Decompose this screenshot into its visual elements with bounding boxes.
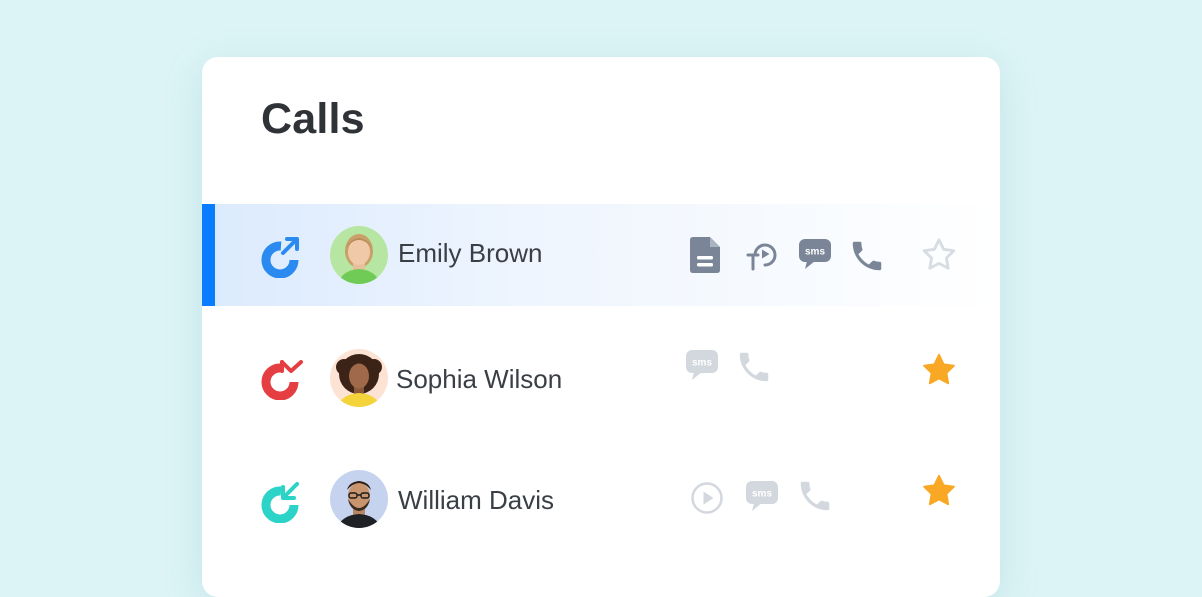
- play-icon[interactable]: [690, 537, 724, 571]
- star-icon[interactable]: [920, 351, 958, 389]
- page-title: Calls: [261, 95, 365, 143]
- star-icon[interactable]: [920, 472, 958, 510]
- avatar: [330, 226, 388, 284]
- calls-panel: Calls Emily Brown sms Sophia Wilson sms …: [202, 57, 1000, 597]
- transcription-icon[interactable]: [746, 238, 780, 272]
- outgoing-call-icon: [261, 237, 299, 278]
- contact-name[interactable]: Emily Brown: [398, 238, 542, 269]
- phone-icon[interactable]: [735, 348, 773, 386]
- phone-icon[interactable]: [848, 237, 886, 275]
- sms-label: sms: [692, 358, 712, 369]
- avatar: [330, 349, 388, 407]
- avatar: [330, 470, 388, 528]
- contact-name[interactable]: Sophia Wilson: [396, 364, 562, 395]
- missed-call-icon: [261, 360, 303, 400]
- sms-icon[interactable]: sms: [685, 349, 719, 381]
- phone-icon[interactable]: [796, 477, 834, 515]
- call-row-william-davis[interactable]: William Davis: [202, 448, 1000, 550]
- note-icon[interactable]: [688, 236, 722, 274]
- call-row-emily-brown[interactable]: Emily Brown sms: [202, 204, 1000, 306]
- sms-label: sms: [752, 489, 772, 500]
- sms-icon[interactable]: sms: [745, 480, 779, 512]
- selected-indicator: [202, 204, 215, 306]
- star-icon[interactable]: [920, 236, 958, 274]
- play-icon[interactable]: [690, 481, 724, 515]
- contact-name[interactable]: William Davis: [398, 485, 554, 516]
- call-row-sophia-wilson[interactable]: Sophia Wilson sms: [202, 327, 1000, 429]
- sms-label: sms: [805, 247, 825, 258]
- incoming-call-icon: [261, 482, 299, 523]
- sms-icon[interactable]: sms: [798, 238, 832, 270]
